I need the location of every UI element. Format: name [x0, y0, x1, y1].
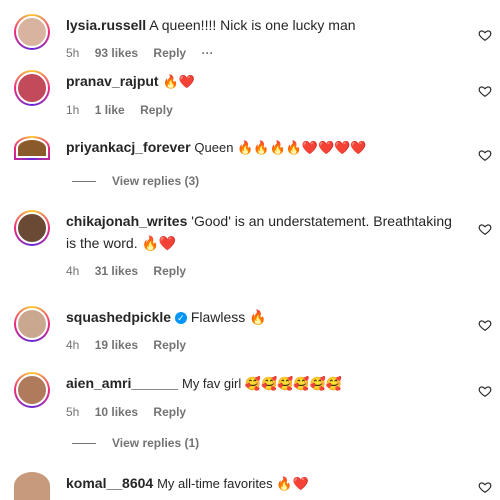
comment-text: Queen 🔥🔥🔥🔥❤️❤️❤️❤️: [194, 140, 367, 155]
comment-meta: 1h 1 like Reply: [66, 99, 464, 121]
comment-meta: 4h 31 likes Reply: [66, 260, 452, 282]
likes-count[interactable]: 19 likes: [95, 338, 138, 352]
likes-count[interactable]: 10 likes: [95, 405, 138, 419]
comment-text: A queen!!!! Nick is one lucky man: [149, 17, 356, 33]
comment-body: priyankacj_forever Queen 🔥🔥🔥🔥❤️❤️❤️❤️: [66, 136, 464, 159]
comment-body: chikajonah_writes 'Good' is an understat…: [66, 210, 452, 282]
comment: priyankacj_forever Queen 🔥🔥🔥🔥❤️❤️❤️❤️: [14, 136, 492, 164]
comment-text: Flawless 🔥: [190, 309, 267, 325]
comment-username[interactable]: komal__8604: [66, 475, 153, 491]
comment-body: squashedpickle ✓ Flawless 🔥 4h 19 likes …: [66, 306, 464, 356]
view-replies-button[interactable]: View replies (3): [72, 174, 199, 188]
avatar[interactable]: [14, 210, 50, 246]
more-options-icon[interactable]: ···: [201, 46, 213, 60]
reply-button[interactable]: Reply: [153, 338, 186, 352]
reply-button[interactable]: Reply: [153, 264, 186, 278]
like-heart-icon[interactable]: [478, 84, 492, 98]
avatar[interactable]: [14, 306, 50, 342]
comment-username[interactable]: pranav_rajput: [66, 73, 159, 89]
blue-check-icon: ✓: [174, 312, 187, 325]
comment-username[interactable]: chikajonah_writes: [66, 213, 187, 229]
comment-username[interactable]: priyankacj_forever: [66, 139, 191, 155]
comment-body: komal__8604 My all-time favorites 🔥❤️: [66, 472, 464, 495]
view-replies-label: View replies (3): [112, 174, 200, 188]
like-heart-icon[interactable]: [478, 480, 492, 494]
reply-button[interactable]: Reply: [153, 46, 186, 60]
comment: chikajonah_writes 'Good' is an understat…: [14, 210, 492, 280]
comment-username[interactable]: lysia.russell: [66, 17, 146, 33]
comment-meta: 4h 19 likes Reply: [66, 334, 464, 356]
comment: aien_amri______ My fav girl 🥰🥰🥰🥰🥰🥰 5h 10…: [14, 372, 492, 422]
reply-button[interactable]: Reply: [140, 103, 173, 117]
reply-button[interactable]: Reply: [153, 405, 186, 419]
comment-time: 5h: [66, 46, 80, 60]
avatar[interactable]: [14, 372, 50, 408]
avatar[interactable]: [14, 136, 50, 160]
comment-time: 4h: [66, 264, 80, 278]
comment-username[interactable]: aien_amri______: [66, 375, 178, 391]
comment: lysia.russell A queen!!!! Nick is one lu…: [14, 14, 492, 64]
comment-username[interactable]: squashedpickle: [66, 309, 171, 325]
comment-text: 🔥❤️: [162, 74, 195, 89]
likes-count[interactable]: 93 likes: [95, 46, 138, 60]
like-heart-icon[interactable]: [478, 318, 492, 332]
comment-text: My fav girl 🥰🥰🥰🥰🥰🥰: [181, 376, 342, 391]
likes-count[interactable]: 1 like: [95, 103, 125, 117]
like-heart-icon[interactable]: [478, 222, 492, 236]
comment-body: lysia.russell A queen!!!! Nick is one lu…: [66, 14, 464, 64]
like-heart-icon[interactable]: [478, 384, 492, 398]
view-replies-button[interactable]: View replies (1): [72, 436, 199, 450]
like-heart-icon[interactable]: [478, 28, 492, 42]
like-heart-icon[interactable]: [478, 148, 492, 162]
avatar[interactable]: [14, 14, 50, 50]
comment-time: 5h: [66, 405, 80, 419]
comment-body: pranav_rajput 🔥❤️ 1h 1 like Reply: [66, 70, 464, 121]
view-replies-label: View replies (1): [112, 436, 200, 450]
avatar[interactable]: [14, 70, 50, 106]
comment-text: My all-time favorites 🔥❤️: [157, 476, 309, 491]
avatar[interactable]: [14, 472, 50, 500]
comment-time: 1h: [66, 103, 80, 117]
likes-count[interactable]: 31 likes: [95, 264, 138, 278]
comment-meta: 5h 10 likes Reply: [66, 401, 464, 423]
comment-time: 4h: [66, 338, 80, 352]
comment: komal__8604 My all-time favorites 🔥❤️: [14, 472, 492, 500]
comment: squashedpickle ✓ Flawless 🔥 4h 19 likes …: [14, 306, 492, 356]
comment: pranav_rajput 🔥❤️ 1h 1 like Reply: [14, 70, 492, 120]
divider-line: [72, 443, 96, 445]
comment-meta: 5h 93 likes Reply ···: [66, 42, 464, 64]
divider-line: [72, 181, 96, 183]
comment-body: aien_amri______ My fav girl 🥰🥰🥰🥰🥰🥰 5h 10…: [66, 372, 464, 423]
